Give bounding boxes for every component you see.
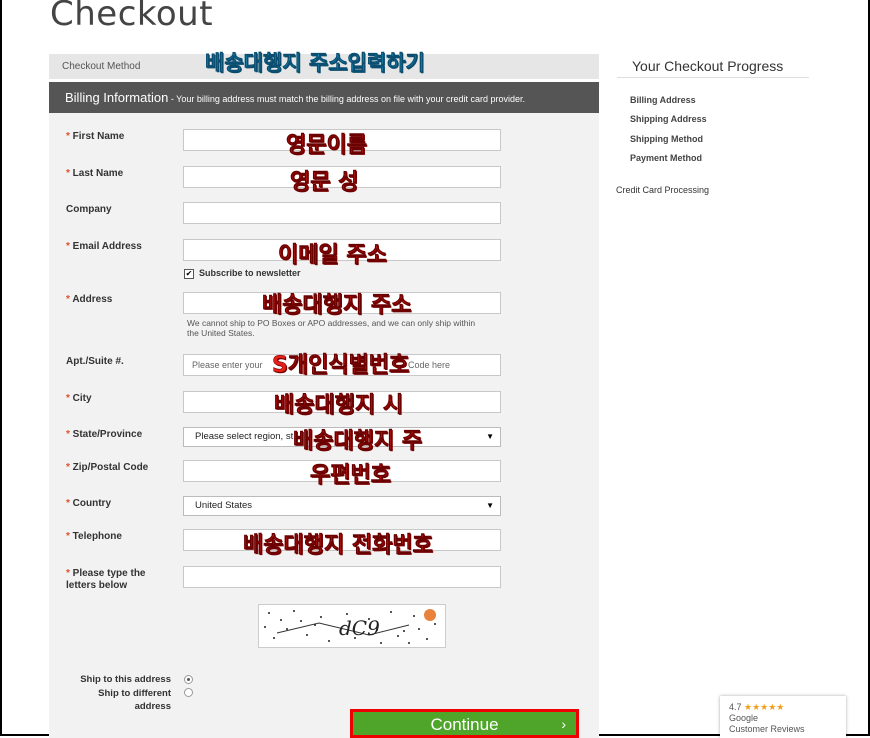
reviews-rating-row: 4.7 ★★★★★ [729,702,846,713]
telephone-label-text: Telephone [72,531,122,542]
annotation-address: 배송대행지 주소 [262,293,412,319]
billing-title-text: Billing Information [65,90,169,105]
company-label: Company [66,204,112,215]
last-name-label-text: Last Name [72,168,124,179]
captcha-label-text: Please type the letters below [66,568,146,591]
state-select-value: Please select region, st [195,431,294,442]
progress-item-billing-address[interactable]: Billing Address [630,95,696,105]
captcha-noise-graphic: dC9 [264,609,436,644]
newsletter-checkbox[interactable]: ✔ [184,269,194,279]
checkout-progress-title: Your Checkout Progress [632,58,784,74]
svg-text:dC9: dC9 [339,616,380,640]
page-title: Checkout [50,0,214,34]
required-star: * [66,241,73,252]
billing-info-title: Billing Information - Your billing addre… [65,90,525,105]
reviews-rating: 4.7 [729,702,742,712]
apt-label: Apt./Suite #. [66,356,124,367]
address-label-text: Address [72,294,113,305]
apt-placeholder-tail: Code here [408,360,451,370]
step-label: Checkout Method [62,61,141,72]
annotation-last-name: 영문 성 [290,170,359,196]
annotation-header: 배송대행지 주소입력하기 [205,51,425,76]
company-input[interactable] [183,202,501,224]
required-star: * [66,498,73,509]
city-label-text: City [72,393,92,404]
annotation-first-name: 영문이름 [286,133,368,159]
ship-to-this-address-label: Ship to this address [80,674,171,685]
chevron-down-icon: ▼ [486,501,494,510]
country-label-text: Country [72,498,112,509]
annotation-state: 배송대행지 주 [293,429,423,455]
progress-item-shipping-method[interactable]: Shipping Method [630,134,703,144]
ship-to-different-address-radio[interactable] [184,688,193,697]
captcha-label: * Please type the letters below [66,568,166,592]
required-star: * [66,168,73,179]
required-star: * [66,393,73,404]
email-label: * Email Address [66,241,142,253]
country-select-value: United States [195,500,253,511]
chevron-right-icon: › [561,716,566,732]
zip-label-text: Zip/Postal Code [72,462,149,473]
state-label: * State/Province [66,429,142,441]
telephone-label: * Telephone [66,531,122,543]
last-name-label: * Last Name [66,168,123,180]
continue-button[interactable]: Continue › [350,709,579,738]
chevron-down-icon: ▼ [486,432,494,441]
annotation-apt: S개인식별번호 [272,353,410,379]
ship-to-this-address-radio[interactable] [184,675,193,684]
required-star: * [66,568,73,579]
country-label: * Country [66,498,111,510]
reviews-line1: Google [729,713,759,723]
city-label: * City [66,393,92,405]
annotation-telephone: 배송대행지 전화번호 [243,533,433,559]
address-note: We cannot ship to PO Boxes or APO addres… [187,318,476,338]
annotation-email: 이메일 주소 [278,243,387,269]
divider [617,77,809,78]
captcha-input[interactable] [183,566,501,588]
ship-to-different-address-label: Ship to different address [98,688,171,712]
progress-item-payment-method[interactable]: Payment Method [630,153,702,163]
billing-subtitle: - Your billing address must match the bi… [168,94,526,104]
email-label-text: Email Address [72,241,142,252]
credit-card-processing: Credit Card Processing [616,185,710,195]
annotation-city: 배송대행지 시 [274,393,404,419]
billing-info-header: Billing Information - Your billing addre… [49,82,599,113]
newsletter-label: Subscribe to newsletter [199,268,301,278]
required-star: * [66,462,73,473]
progress-item-shipping-address[interactable]: Shipping Address [630,114,707,124]
first-name-label: * First Name [66,131,124,143]
country-select[interactable]: United States ▼ [183,496,501,516]
continue-button-label: Continue [430,715,499,734]
required-star: * [66,531,73,542]
star-rating-icon: ★★★★★ [744,702,785,712]
state-label-text: State/Province [72,429,143,440]
required-star: * [66,131,73,142]
google-reviews-badge[interactable]: 4.7 ★★★★★ Google Customer Reviews [720,696,846,738]
zip-label: * Zip/Postal Code [66,462,148,474]
captcha-image: dC9 [258,604,446,648]
reviews-line2: Customer Reviews [729,724,805,734]
address-label: * Address [66,294,112,306]
required-star: * [66,429,73,440]
annotation-zip: 우편번호 [310,463,392,489]
apt-placeholder: Please enter your [192,360,263,370]
first-name-label-text: First Name [72,131,125,142]
